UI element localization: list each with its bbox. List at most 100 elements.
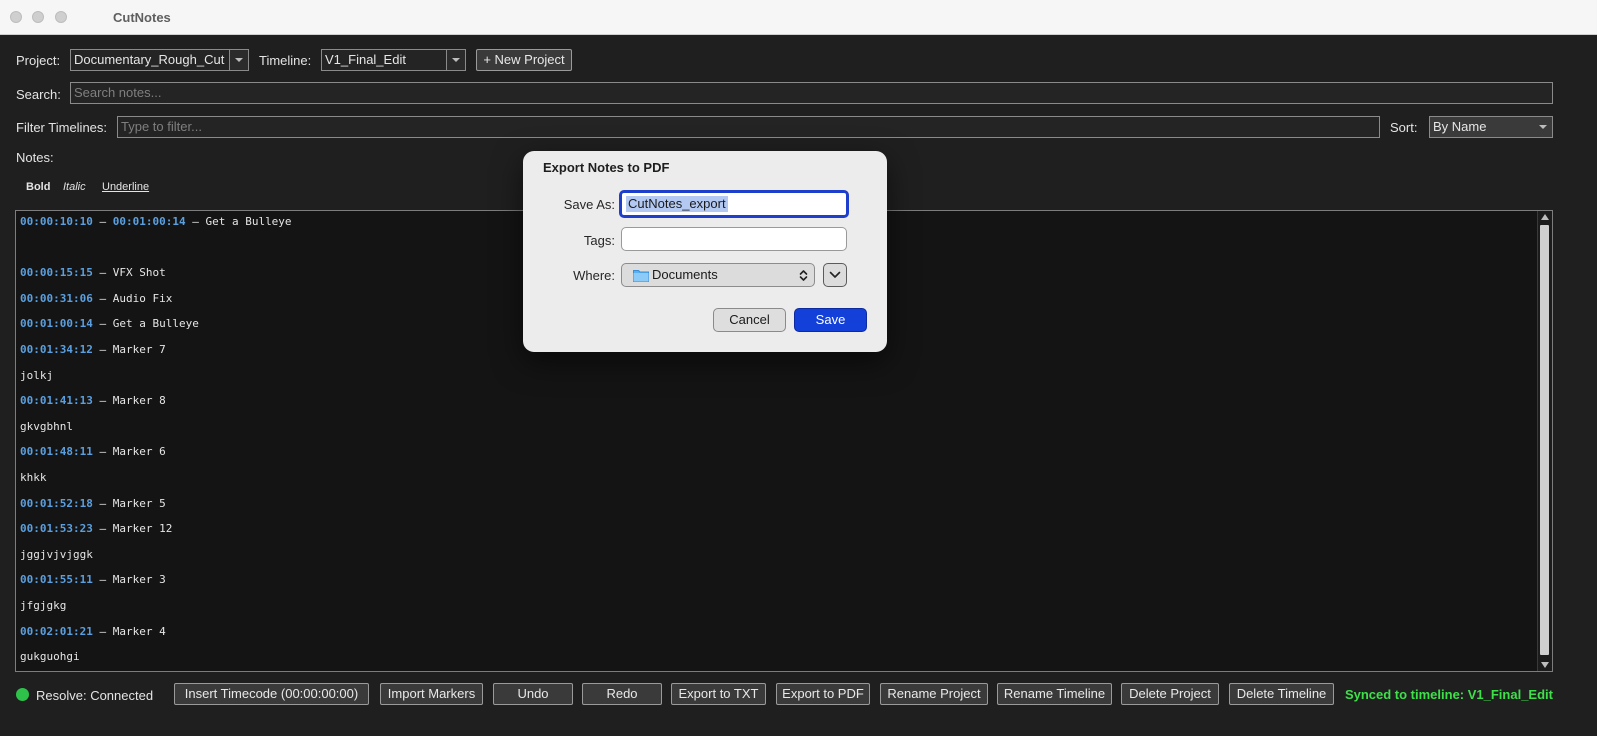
note-timecode[interactable]: 00:01:34:12 [20,343,93,356]
note-timecode[interactable]: 00:01:55:11 [20,573,93,586]
sync-status: Synced to timeline: V1_Final_Edit [1344,687,1553,702]
export-pdf-dialog: Export Notes to PDF Save As: CutNotes_ex… [523,151,887,352]
note-text: khkk [20,470,47,484]
note-timecode[interactable]: 00:01:41:13 [20,394,93,407]
status-dot-icon [16,688,29,701]
zoom-window-button[interactable] [55,11,67,23]
note-timecode[interactable]: 00:01:48:11 [20,445,93,458]
up-down-chevron-icon [799,270,808,281]
note-line: 00:01:41:13 – Marker 8 [20,393,292,419]
rename-project-button[interactable]: Rename Project [880,683,988,705]
tags-label: Tags: [583,233,615,248]
filter-timelines-label: Filter Timelines: [16,120,108,135]
note-line: 00:01:55:11 – Marker 3 [20,572,292,598]
delete-timeline-button[interactable]: Delete Timeline [1229,683,1334,705]
folder-icon [633,270,649,282]
notes-list: 00:00:10:10 – 00:01:00:14 – Get a Bulley… [20,214,292,671]
search-label: Search: [16,87,61,102]
export-txt-button[interactable]: Export to TXT [671,683,766,705]
note-text: – Marker 8 [92,394,166,408]
note-timecode[interactable]: 00:01:00:14 [20,317,93,330]
where-value: Documents [652,267,718,282]
note-timecode[interactable]: 00:00:10:10 [20,215,93,228]
rename-timeline-button[interactable]: Rename Timeline [997,683,1112,705]
note-line: jolkj [20,368,292,394]
sort-label: Sort: [1390,120,1418,135]
note-line: gkvgbhnl [20,419,292,445]
timeline-select[interactable]: V1_Final_Edit [321,49,466,71]
bold-button[interactable]: Bold [26,181,50,193]
note-text: gkvgbhnl [20,419,73,433]
underline-button[interactable]: Underline [102,181,149,193]
save-as-input[interactable]: CutNotes_export [619,190,849,218]
minimize-window-button[interactable] [32,11,44,23]
note-timecode[interactable]: 00:00:31:06 [20,292,93,305]
note-text: jfgjgkg [20,598,67,612]
filter-placeholder: Type to filter... [121,119,202,134]
note-line: jfgjgkg [20,598,292,624]
tags-input[interactable] [621,227,847,251]
note-text: – Marker 5 [92,496,166,510]
note-line: 00:00:31:06 – Audio Fix [20,291,292,317]
note-timecode[interactable]: 00:01:52:18 [20,497,93,510]
note-text: – Get a Bulleye [92,317,199,331]
note-text: jggjvjvjggk [20,547,93,561]
search-placeholder: Search notes... [74,85,162,100]
filter-timelines-input[interactable]: Type to filter... [117,116,1380,138]
chevron-down-icon [446,50,465,70]
save-as-value: CutNotes_export [626,196,728,212]
scrollbar-thumb[interactable] [1540,225,1549,655]
app-window: CutNotes Project: Documentary_Rough_Cut … [0,0,1597,736]
note-line: 00:01:53:23 – Marker 12 [20,521,292,547]
note-text: – Marker 7 [92,342,166,356]
window-title: CutNotes [113,10,171,25]
note-line: 00:00:10:10 – 00:01:00:14 – Get a Bulley… [20,214,292,240]
close-window-button[interactable] [10,11,22,23]
note-line: 00:01:00:14 – Get a Bulleye [20,316,292,342]
note-text: – Marker 4 [92,624,166,638]
scroll-down-icon[interactable] [1541,662,1549,668]
new-project-button[interactable]: + New Project [476,49,572,71]
note-text: gukguohgi [20,650,80,664]
project-select-value: Documentary_Rough_Cut [74,52,225,67]
notes-scrollbar[interactable] [1537,211,1552,671]
note-line: gukguohgi [20,649,292,671]
note-line: 00:01:48:11 – Marker 6 [20,444,292,470]
note-line: 00:02:01:21 – Marker 4 [20,624,292,650]
note-line: jggjvjvjggk [20,547,292,573]
sort-select-value: By Name [1433,119,1487,134]
save-button[interactable]: Save [794,308,867,332]
note-timecode[interactable]: 00:01:53:23 [20,522,93,535]
chevron-down-icon [229,50,248,70]
search-input[interactable]: Search notes... [70,82,1553,104]
note-text: jolkj [20,368,54,382]
insert-timecode-button[interactable]: Insert Timecode (00:00:00:00) [174,683,369,705]
title-bar: CutNotes [0,0,1597,35]
note-line: khkk [20,470,292,496]
chevron-down-icon [829,271,841,278]
project-select[interactable]: Documentary_Rough_Cut [70,49,249,71]
redo-button[interactable]: Redo [582,683,662,705]
note-timecode[interactable]: 00:00:15:15 [20,266,93,279]
dialog-title: Export Notes to PDF [543,160,670,175]
chevron-down-icon [1534,117,1552,137]
export-pdf-button[interactable]: Export to PDF [776,683,870,705]
cancel-button[interactable]: Cancel [713,308,786,332]
where-select[interactable]: Documents [621,263,815,287]
import-markers-button[interactable]: Import Markers [380,683,483,705]
where-label: Where: [573,268,615,283]
note-timecode[interactable]: 00:02:01:21 [20,625,93,638]
project-label: Project: [16,53,61,68]
note-text: – VFX Shot [92,266,166,280]
expand-dialog-button[interactable] [823,263,847,287]
note-text: – Marker 12 [92,522,173,536]
delete-project-button[interactable]: Delete Project [1121,683,1219,705]
scroll-up-icon[interactable] [1541,214,1549,220]
note-timecode-end[interactable]: 00:01:00:14 [113,215,186,228]
note-text: – Marker 6 [92,445,166,459]
note-text: – Audio Fix [92,291,173,305]
timeline-label: Timeline: [259,53,312,68]
undo-button[interactable]: Undo [493,683,573,705]
italic-button[interactable]: Italic [63,181,86,193]
sort-select[interactable]: By Name [1429,116,1553,138]
